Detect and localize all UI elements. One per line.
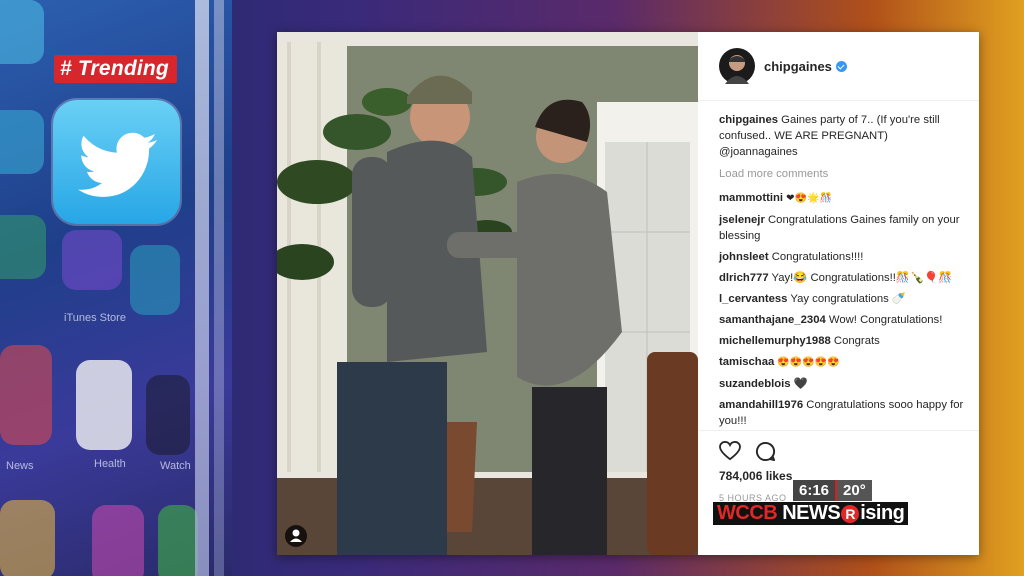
rising-r-icon: R: [841, 504, 860, 523]
comment-username[interactable]: jselenejr: [719, 214, 765, 226]
comment-text: Congratulations!!!!: [771, 251, 864, 263]
caption-username[interactable]: chipgaines: [719, 114, 778, 126]
like-heart-icon[interactable]: [719, 440, 741, 466]
comment-username[interactable]: l_cervantess: [719, 293, 787, 305]
comment-text: 🖤: [793, 378, 808, 390]
comment-text: 😍😍😍😍😍: [777, 357, 840, 368]
comment-text: Yay congratulations 🍼: [790, 293, 906, 305]
comment-text: Congrats: [833, 335, 880, 347]
comment-username[interactable]: suzandeblois: [719, 378, 791, 390]
comment-username[interactable]: dlrich777: [719, 272, 769, 284]
app-icon: [92, 505, 144, 576]
instagram-post-card: chipgaines chipgaines Gaines party of 7.…: [277, 32, 979, 555]
watch-icon: [146, 375, 190, 455]
twitter-icon: [53, 100, 180, 224]
comment-row: samanthajane_2304 Wow! Congratulations!: [719, 312, 969, 328]
station-news: NEWS: [782, 502, 841, 524]
itunes-store-label: iTunes Store: [64, 312, 126, 324]
post-header: chipgaines: [698, 32, 979, 101]
caption: chipgaines Gaines party of 7.. (If you'r…: [719, 112, 969, 160]
comment-username[interactable]: michellemurphy1988: [719, 335, 831, 347]
comment-text: Wow! Congratulations!: [828, 314, 943, 326]
news-icon: [0, 345, 52, 445]
decorative-strip: [195, 0, 209, 576]
comment-username[interactable]: tamischaa: [719, 356, 774, 368]
comments-list: chipgaines Gaines party of 7.. (If you'r…: [719, 112, 969, 434]
avatar[interactable]: [719, 48, 755, 84]
app-icon: [0, 500, 55, 576]
comment-row: michellemurphy1988 Congrats: [719, 333, 969, 349]
health-label: Health: [94, 458, 126, 470]
comment-username[interactable]: amandahill1976: [719, 399, 803, 411]
verified-icon: [835, 61, 847, 72]
comment-row: jselenejr Congratulations Gaines family …: [719, 212, 969, 244]
comment-row: tamischaa 😍😍😍😍😍: [719, 354, 969, 371]
post-sidebar: chipgaines chipgaines Gaines party of 7.…: [698, 32, 979, 555]
likes-count[interactable]: 784,006 likes: [719, 469, 792, 483]
health-icon: [76, 360, 132, 450]
comment-row: johnsleet Congratulations!!!!: [719, 249, 969, 265]
app-icon: [0, 0, 44, 64]
comment-row: amandahill1976 Congratulations sooo happ…: [719, 397, 969, 429]
decorative-strip: [214, 0, 224, 576]
trending-badge: # Trending: [54, 55, 177, 83]
station-call-letters: WCCB: [717, 502, 778, 524]
load-more-comments-link[interactable]: Load more comments: [719, 166, 969, 182]
comment-username[interactable]: mammottini: [719, 192, 783, 204]
comment-bubble-icon[interactable]: [755, 441, 776, 467]
broadcast-clock: 6:16 20°: [793, 480, 872, 501]
comment-text: ❤😍🌟🎊: [786, 193, 832, 204]
station-rising: ising: [860, 502, 905, 524]
comment-username[interactable]: samanthajane_2304: [719, 314, 826, 326]
tagged-user-icon[interactable]: [285, 525, 307, 547]
comment-username[interactable]: johnsleet: [719, 251, 769, 263]
app-icon: [130, 245, 180, 315]
app-icon: [158, 505, 198, 576]
post-photo[interactable]: [277, 32, 698, 555]
app-icon: [0, 110, 44, 174]
comment-row: mammottini ❤😍🌟🎊: [719, 190, 969, 207]
clock-temperature: 20°: [837, 480, 872, 501]
username-text[interactable]: chipgaines: [764, 59, 832, 74]
app-icon: [0, 215, 46, 279]
post-username[interactable]: chipgaines: [764, 59, 847, 74]
comment-text: Yay!😂 Congratulations!!🎊🍾🎈🎊: [771, 272, 953, 284]
news-label: News: [6, 460, 34, 472]
itunes-store-icon: [62, 230, 122, 290]
clock-time: 6:16: [793, 480, 836, 501]
watch-label: Watch: [160, 460, 191, 472]
comment-row: dlrich777 Yay!😂 Congratulations!!🎊🍾🎈🎊: [719, 270, 969, 286]
station-logo: WCCB NEWS R ising: [713, 502, 909, 525]
comment-row: l_cervantess Yay congratulations 🍼: [719, 291, 969, 307]
comment-row: suzandeblois 🖤: [719, 376, 969, 392]
